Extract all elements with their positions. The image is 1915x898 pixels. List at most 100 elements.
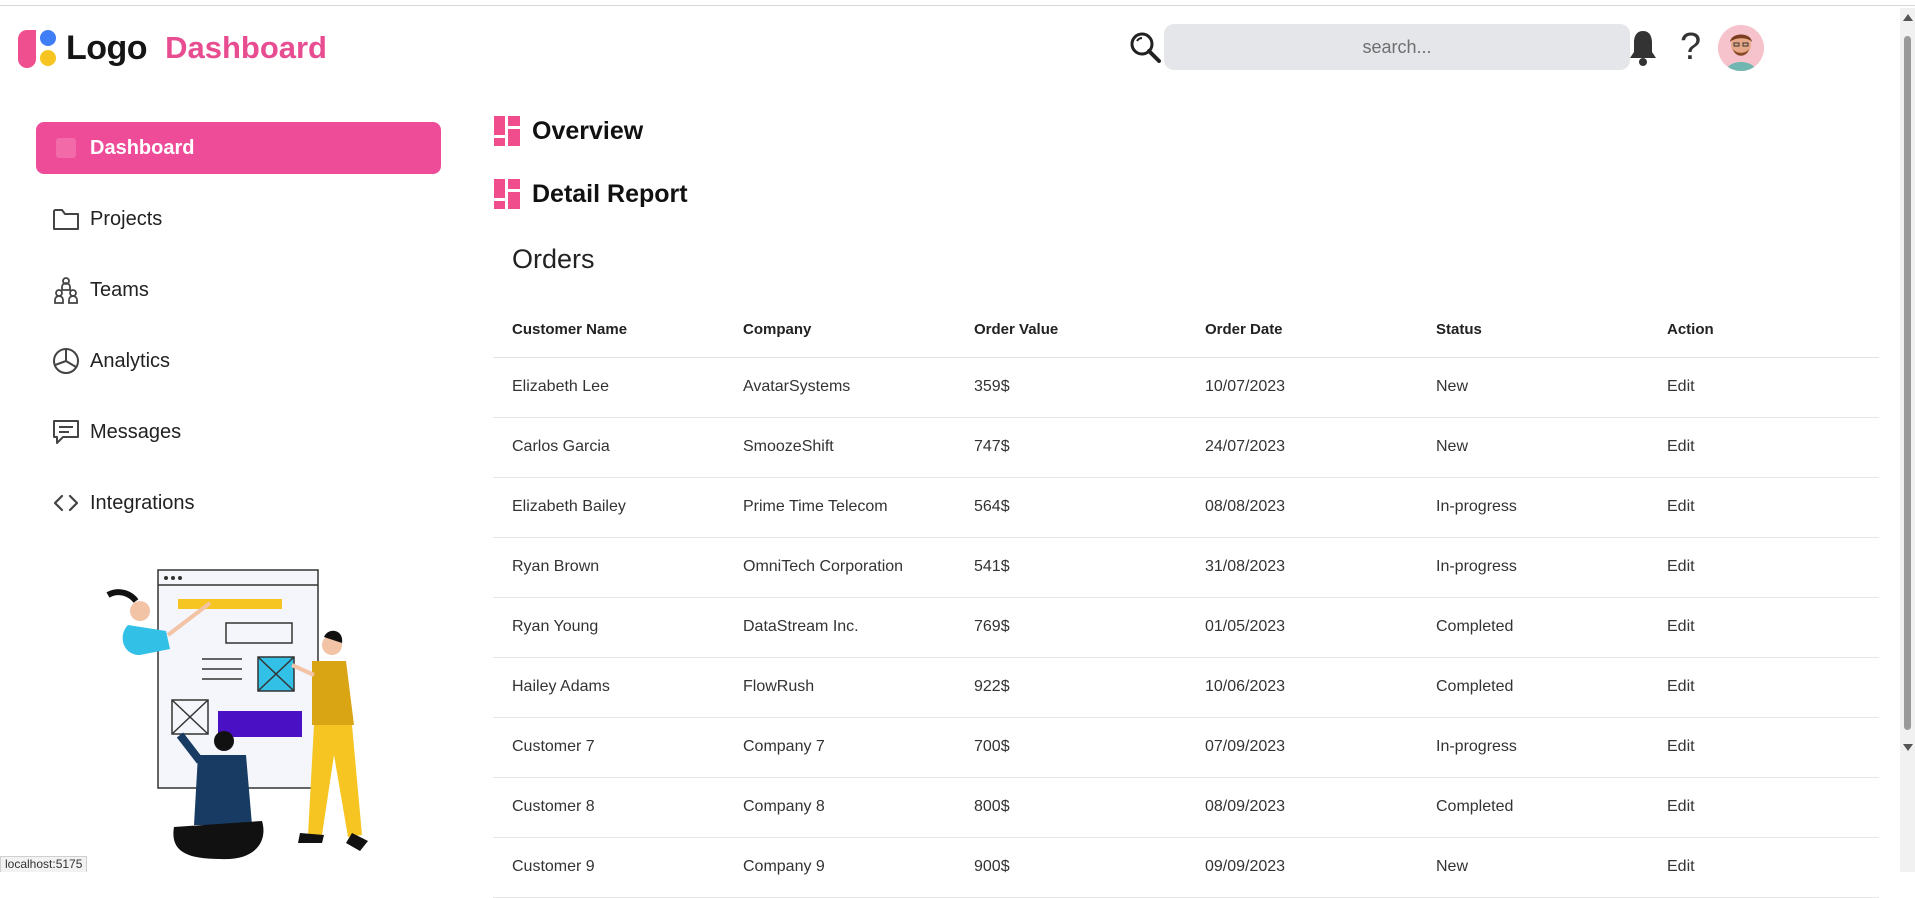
- order-value-cell: 700$: [955, 717, 1186, 778]
- logo-mark-icon: [18, 28, 58, 68]
- column-header[interactable]: Customer Name: [493, 302, 724, 358]
- action-edit-link[interactable]: Edit: [1648, 477, 1879, 538]
- table-row[interactable]: Customer 7 Company 7 700$ 07/09/2023 In-prog…: [493, 717, 1879, 778]
- status-cell: Completed: [1417, 777, 1648, 838]
- action-edit-link[interactable]: Edit: [1648, 537, 1879, 598]
- order-date-cell: 10/07/2023: [1186, 357, 1417, 418]
- sidebar-item-label: Analytics: [90, 349, 171, 372]
- company-cell: Company 8: [724, 777, 955, 838]
- column-header[interactable]: Order Date: [1186, 302, 1417, 358]
- status-cell: Completed: [1417, 597, 1648, 658]
- sidebar-item-messages[interactable]: Messages: [36, 406, 441, 458]
- order-value-cell: 800$: [955, 777, 1186, 838]
- status-cell: In-progress: [1417, 477, 1648, 538]
- status-cell: New: [1417, 417, 1648, 478]
- team-illustration: [106, 569, 368, 860]
- bell-icon[interactable]: [1628, 28, 1658, 68]
- company-cell: Company 9: [724, 837, 955, 898]
- scroll-down-icon[interactable]: [1903, 744, 1913, 751]
- company-cell: DataStream Inc.: [724, 597, 955, 658]
- orders-table: Customer Name Company Order Value Order …: [493, 302, 1879, 898]
- company-cell: SmoozeShift: [724, 417, 955, 478]
- table-row[interactable]: Customer 8 Company 8 800$ 08/09/2023 Complet…: [493, 777, 1879, 838]
- status-url: localhost:5175: [0, 856, 88, 872]
- sidebar: Dashboard Projects Teams Analytics Messa…: [36, 122, 441, 548]
- avatar[interactable]: [1718, 25, 1764, 71]
- action-edit-link[interactable]: Edit: [1648, 777, 1879, 838]
- company-cell: Prime Time Telecom: [724, 477, 955, 538]
- sidebar-item-label: Teams: [90, 278, 149, 301]
- status-cell: In-progress: [1417, 717, 1648, 778]
- order-date-cell: 01/05/2023: [1186, 597, 1417, 658]
- section-title: Overview: [532, 116, 644, 145]
- table-row[interactable]: Customer 9 Company 9 900$ 09/09/2023 New Edit: [493, 837, 1879, 898]
- company-cell: OmniTech Corporation: [724, 537, 955, 598]
- sidebar-item-label: Projects: [90, 207, 163, 230]
- table-header-row: Customer Name Company Order Value Order …: [493, 302, 1879, 358]
- action-edit-link[interactable]: Edit: [1648, 357, 1879, 418]
- order-date-cell: 24/07/2023: [1186, 417, 1417, 478]
- order-date-cell: 08/08/2023: [1186, 477, 1417, 538]
- sidebar-item-integrations[interactable]: Integrations: [36, 477, 441, 529]
- order-value-cell: 900$: [955, 837, 1186, 898]
- table-row[interactable]: Elizabeth Bailey Prime Time Telecom 564$ 08…: [493, 477, 1879, 538]
- column-header[interactable]: Action: [1648, 302, 1879, 358]
- company-cell: Company 7: [724, 717, 955, 778]
- customer-name-cell: Elizabeth Lee: [493, 357, 724, 418]
- folder-icon: [52, 205, 80, 233]
- table-row[interactable]: Carlos Garcia SmoozeShift 747$ 24/07/2023 Ne…: [493, 417, 1879, 478]
- customer-name-cell: Ryan Brown: [493, 537, 724, 598]
- sidebar-item-teams[interactable]: Teams: [36, 264, 441, 316]
- order-date-cell: 09/09/2023: [1186, 837, 1417, 898]
- orders-title: Orders: [512, 244, 595, 274]
- status-cell: Completed: [1417, 657, 1648, 718]
- order-date-cell: 07/09/2023: [1186, 717, 1417, 778]
- layout-icon: [494, 116, 520, 146]
- action-edit-link[interactable]: Edit: [1648, 837, 1879, 898]
- message-icon: [52, 418, 80, 446]
- status-cell: New: [1417, 837, 1648, 898]
- page-scrollbar[interactable]: [1900, 8, 1915, 872]
- sidebar-item-label: Dashboard: [90, 136, 195, 159]
- status-cell: In-progress: [1417, 537, 1648, 598]
- search-input[interactable]: [1164, 24, 1630, 70]
- dashboard-icon: [52, 134, 80, 162]
- sidebar-item-analytics[interactable]: Analytics: [36, 335, 441, 387]
- customer-name-cell: Customer 9: [493, 837, 724, 898]
- layout-icon: [494, 179, 520, 209]
- action-edit-link[interactable]: Edit: [1648, 417, 1879, 478]
- sidebar-item-projects[interactable]: Projects: [36, 193, 441, 245]
- column-header[interactable]: Company: [724, 302, 955, 358]
- table-row[interactable]: Hailey Adams FlowRush 922$ 10/06/2023 Comple…: [493, 657, 1879, 718]
- sidebar-item-dashboard[interactable]: Dashboard: [36, 122, 441, 174]
- order-date-cell: 08/09/2023: [1186, 777, 1417, 838]
- action-edit-link[interactable]: Edit: [1648, 717, 1879, 778]
- scroll-up-icon[interactable]: [1903, 14, 1913, 21]
- customer-name-cell: Carlos Garcia: [493, 417, 724, 478]
- table-row[interactable]: Ryan Young DataStream Inc. 769$ 01/05/2023 C…: [493, 597, 1879, 658]
- help-icon[interactable]: ?: [1680, 26, 1701, 69]
- order-value-cell: 747$: [955, 417, 1186, 478]
- table-row[interactable]: Ryan Brown OmniTech Corporation 541$ 31/08/…: [493, 537, 1879, 598]
- customer-name-cell: Ryan Young: [493, 597, 724, 658]
- logo-text: Logo: [66, 28, 148, 67]
- logo[interactable]: Logo Dashboard: [18, 28, 327, 68]
- scrollbar-thumb[interactable]: [1904, 36, 1911, 730]
- column-header[interactable]: Order Value: [955, 302, 1186, 358]
- search-icon[interactable]: [1128, 30, 1162, 64]
- table-row[interactable]: Elizabeth Lee AvatarSystems 359$ 10/07/2023…: [493, 357, 1879, 418]
- order-value-cell: 541$: [955, 537, 1186, 598]
- detail-report-section[interactable]: Detail Report: [494, 179, 688, 209]
- order-value-cell: 769$: [955, 597, 1186, 658]
- action-edit-link[interactable]: Edit: [1648, 657, 1879, 718]
- browser-top-edge: [0, 0, 1915, 6]
- column-header[interactable]: Status: [1417, 302, 1648, 358]
- teams-icon: [52, 276, 80, 304]
- action-edit-link[interactable]: Edit: [1648, 597, 1879, 658]
- customer-name-cell: Customer 7: [493, 717, 724, 778]
- overview-section[interactable]: Overview: [494, 116, 643, 146]
- code-icon: [52, 489, 80, 517]
- order-value-cell: 564$: [955, 477, 1186, 538]
- sidebar-item-label: Integrations: [90, 491, 195, 514]
- section-title: Detail Report: [532, 179, 688, 208]
